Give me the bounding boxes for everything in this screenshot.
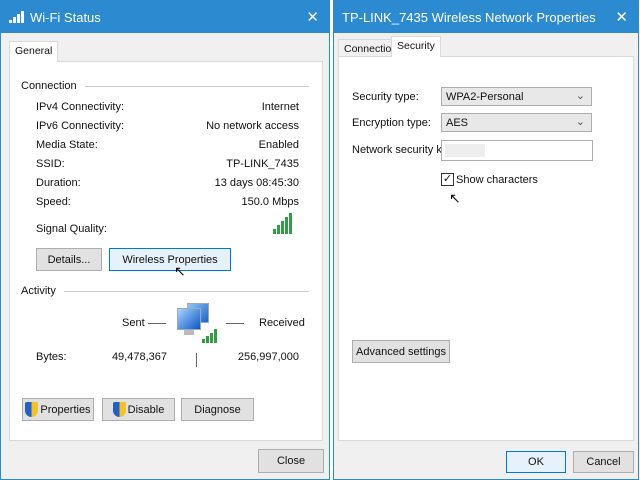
signal-quality-icon (273, 213, 292, 234)
ok-button[interactable]: OK (506, 451, 566, 473)
properties-label: Properties (40, 403, 91, 416)
mouse-cursor: ↖ (174, 263, 186, 279)
status-row-label: SSID: (36, 158, 65, 170)
status-row-value: 150.0 Mbps (241, 196, 299, 208)
status-row-label: Media State: (36, 139, 98, 151)
title-bar: TP-LINK_7435 Wireless Network Properties (334, 1, 638, 33)
connection-group: Connection (21, 80, 309, 92)
shield-icon (112, 402, 126, 417)
status-row-value: No network access (206, 120, 299, 132)
disable-label: Disable (127, 403, 165, 416)
encryption-type-select[interactable]: AES ⌄ (441, 113, 592, 132)
status-row-value: Internet (261, 101, 299, 113)
received-label: Received (259, 317, 305, 329)
encryption-type-label: Encryption type: (352, 117, 431, 129)
close-icon[interactable]: ✕ (615, 8, 628, 26)
details-button[interactable]: Details... (36, 248, 102, 271)
activity-label: Activity (21, 285, 56, 297)
tab-general[interactable]: General (9, 41, 59, 62)
network-computers-icon (177, 303, 217, 343)
checkbox-checked-icon: ✓ (441, 173, 454, 186)
wifi-signal-icon (9, 11, 24, 23)
disable-button[interactable]: Disable (102, 398, 175, 421)
encryption-type-value: AES (446, 117, 469, 129)
window-title: Wi-Fi Status (30, 9, 101, 25)
chevron-down-icon: ⌄ (575, 90, 585, 102)
network-key-input[interactable] (441, 140, 593, 161)
close-button[interactable]: Close (258, 449, 324, 473)
status-row-value: 13 days 08:45:30 (214, 177, 299, 189)
properties-button[interactable]: Properties (22, 398, 94, 421)
status-row-label: Duration: (36, 177, 81, 189)
activity-group: Activity (21, 285, 309, 297)
wireless-properties-window: TP-LINK_7435 Wireless Network Properties… (333, 0, 639, 480)
security-type-label: Security type: (352, 91, 419, 103)
network-key-label: Network security key (352, 144, 454, 156)
sent-label: Sent (122, 317, 145, 329)
close-icon[interactable]: ✕ (306, 8, 319, 26)
shield-icon (25, 402, 39, 417)
show-characters-label: Show characters (456, 173, 538, 186)
signal-quality-label: Signal Quality: (36, 223, 107, 235)
security-type-select[interactable]: WPA2-Personal ⌄ (441, 87, 592, 106)
received-line (226, 323, 244, 324)
show-characters-checkbox[interactable]: ✓ Show characters (441, 173, 538, 186)
connection-label: Connection (21, 80, 77, 92)
bytes-label: Bytes: (36, 351, 67, 363)
wireless-properties-button[interactable]: Wireless Properties (109, 248, 231, 271)
cancel-button[interactable]: Cancel (573, 451, 634, 473)
bytes-received-value: 256,997,000 (237, 351, 299, 363)
divider (196, 353, 197, 367)
status-row-value: TP-LINK_7435 (226, 158, 299, 170)
wifi-status-window: Wi-Fi Status ✕ General Connection IPv4 C… (0, 0, 330, 480)
title-bar: Wi-Fi Status (1, 1, 329, 33)
window-title: TP-LINK_7435 Wireless Network Properties (342, 9, 596, 25)
status-row-value: Enabled (258, 139, 299, 151)
sent-line (148, 323, 166, 324)
tab-security[interactable]: Security (391, 36, 441, 57)
advanced-settings-button[interactable]: Advanced settings (352, 340, 450, 363)
diagnose-button[interactable]: Diagnose (181, 398, 254, 421)
status-row-label: Speed: (36, 196, 71, 208)
status-row-label: IPv6 Connectivity: (36, 120, 125, 132)
status-row-label: IPv4 Connectivity: (36, 101, 125, 113)
security-type-value: WPA2-Personal (446, 91, 524, 103)
chevron-down-icon: ⌄ (575, 116, 585, 128)
bytes-sent-value: 49,478,367 (111, 351, 167, 363)
mouse-cursor: ↖ (449, 190, 461, 206)
